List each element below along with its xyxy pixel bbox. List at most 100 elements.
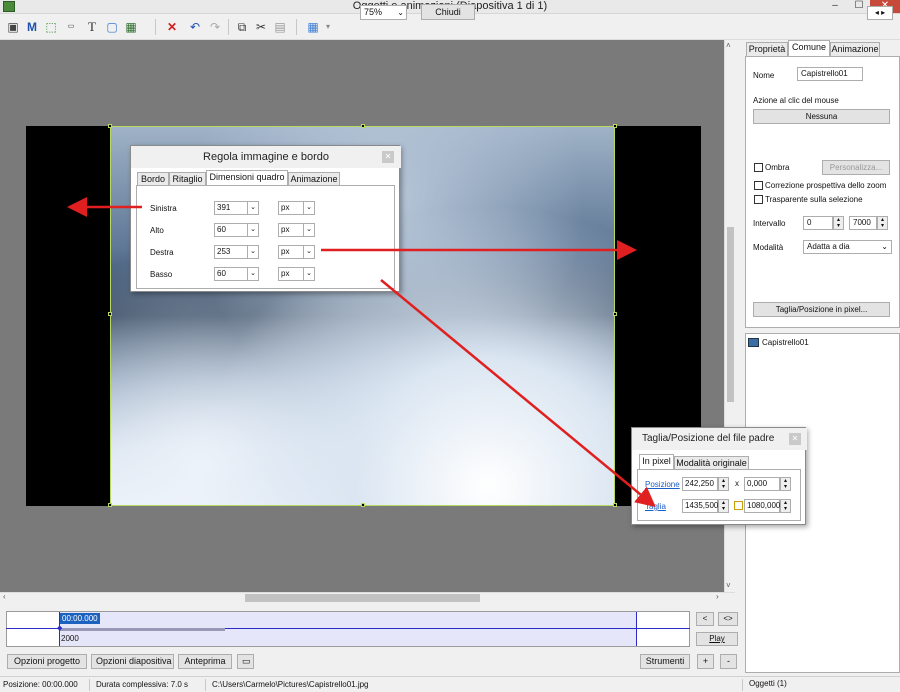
- rectangle-tool-icon[interactable]: ▢: [104, 19, 120, 35]
- scroll-up-icon[interactable]: ˄: [726, 41, 731, 50]
- dialog-title[interactable]: Taglia/Posizione del file padre: [632, 428, 807, 450]
- customize-shadow-button[interactable]: Personalizza...: [822, 160, 890, 175]
- resize-handle[interactable]: [613, 124, 617, 128]
- shadow-label: Ombra: [765, 163, 790, 172]
- add-object-button[interactable]: +: [697, 654, 714, 669]
- position-x-spinner[interactable]: ▴ ▾: [718, 477, 729, 491]
- adjust-image-dialog: Regola immagine e bordo ✕ Bordo Ritaglio…: [130, 145, 401, 292]
- position-y-field[interactable]: 0,000: [744, 477, 780, 491]
- position-x-field[interactable]: 242,250: [682, 477, 718, 491]
- remove-object-button[interactable]: -: [720, 654, 737, 669]
- scroll-down-icon[interactable]: ˅: [726, 581, 731, 590]
- status-separator: [89, 679, 90, 691]
- vertical-scroll-thumb[interactable]: [727, 227, 734, 402]
- right-unit-combo[interactable]: px ⌄: [278, 245, 315, 259]
- text-tool-button[interactable]: T: [84, 19, 100, 35]
- bottom-value-combo[interactable]: 60 ⌄: [214, 267, 259, 281]
- click-action-label: Azione al clic del mouse: [753, 96, 839, 105]
- size-link[interactable]: Taglia: [645, 502, 666, 511]
- frame-tool-icon[interactable]: ⬚: [43, 19, 59, 35]
- shadow-checkbox[interactable]: [754, 163, 763, 172]
- tab-dimensioni-quadro[interactable]: Dimensioni quadro: [206, 170, 288, 186]
- right-value-combo[interactable]: 253 ⌄: [214, 245, 259, 259]
- size-height-field[interactable]: 1080,000: [744, 499, 780, 513]
- undo-icon[interactable]: ↶: [187, 19, 203, 35]
- zoom-correction-checkbox[interactable]: [754, 181, 763, 190]
- preview-button[interactable]: Anteprima: [178, 654, 232, 669]
- objects-count: Oggetti (1): [749, 679, 787, 688]
- bottom-unit-combo[interactable]: px ⌄: [278, 267, 315, 281]
- size-width-field[interactable]: 1435,500: [682, 499, 718, 513]
- camera-icon[interactable]: ▣: [5, 19, 21, 35]
- interval-from-field[interactable]: 0: [803, 216, 833, 230]
- chevron-down-icon: ⌄: [247, 268, 258, 280]
- dialog-title[interactable]: Regola immagine e bordo: [131, 146, 401, 168]
- object-list-item[interactable]: Capistrello01: [762, 338, 809, 347]
- interval-from-spinner[interactable]: ▴ ▾: [833, 216, 844, 230]
- project-options-button[interactable]: Opzioni progetto: [7, 654, 87, 669]
- name-field[interactable]: Capistrello01: [797, 67, 863, 81]
- zoom-select[interactable]: 75% ⌄: [360, 5, 407, 20]
- resize-handle[interactable]: [108, 124, 112, 128]
- close-icon[interactable]: ✕: [789, 433, 801, 445]
- tab-in-pixel[interactable]: In pixel: [639, 454, 674, 470]
- size-width-spinner[interactable]: ▴ ▾: [718, 499, 729, 513]
- copy-icon[interactable]: ⧉: [234, 19, 250, 35]
- horizontal-scroll-thumb[interactable]: [245, 594, 480, 602]
- chevron-down-icon: ⌄: [881, 242, 888, 251]
- interval-to-spinner[interactable]: ▴ ▾: [877, 216, 888, 230]
- timeline-left-button[interactable]: <: [696, 612, 714, 626]
- maximize-button[interactable]: ☐: [850, 0, 868, 13]
- tools-button[interactable]: Strumenti: [640, 654, 690, 669]
- resize-handle[interactable]: [361, 503, 365, 507]
- timeline-expand-button[interactable]: <>: [718, 612, 738, 626]
- chevron-down-icon: ⌄: [303, 268, 314, 280]
- resize-handle[interactable]: [108, 312, 112, 316]
- top-unit-combo[interactable]: px ⌄: [278, 223, 315, 237]
- paste-icon[interactable]: ▤: [272, 19, 288, 35]
- resize-handle[interactable]: [613, 312, 617, 316]
- m-tool-button[interactable]: M: [24, 19, 40, 35]
- tab-modalita-originale[interactable]: Modalità originale: [674, 456, 749, 470]
- position-link[interactable]: Posizione: [645, 480, 680, 489]
- cut-icon[interactable]: ✂: [253, 19, 269, 35]
- delete-icon[interactable]: ✕: [164, 19, 180, 35]
- image-tool-icon[interactable]: ▦: [123, 19, 139, 35]
- click-action-select[interactable]: Nessuna: [753, 109, 890, 124]
- position-y-spinner[interactable]: ▴ ▾: [780, 477, 791, 491]
- keyframe-marker-icon[interactable]: ◆: [57, 624, 62, 632]
- resize-handle[interactable]: [361, 124, 365, 128]
- left-value-combo[interactable]: 391 ⌄: [214, 201, 259, 215]
- resize-handle[interactable]: [108, 503, 112, 507]
- transparent-checkbox[interactable]: [754, 195, 763, 204]
- chiudi-button[interactable]: Chiudi: [421, 4, 475, 20]
- crop-position-pixel-button[interactable]: Taglia/Posizione in pixel...: [753, 302, 890, 317]
- scroll-right-icon[interactable]: ›: [716, 592, 719, 601]
- monitor-icon[interactable]: ▭: [237, 654, 254, 669]
- scroll-left-icon[interactable]: ‹: [3, 592, 6, 601]
- left-unit-combo[interactable]: px ⌄: [278, 201, 315, 215]
- ok-button-tool-icon[interactable]: ▭: [63, 19, 79, 35]
- interval-to-field[interactable]: 7000: [849, 216, 877, 230]
- tab-ritaglio[interactable]: Ritaglio: [169, 172, 206, 186]
- redo-icon[interactable]: ↷: [207, 19, 223, 35]
- toolbar-separator: [296, 19, 297, 35]
- lock-ratio-checkbox[interactable]: [734, 501, 743, 510]
- tab-comune[interactable]: Comune: [788, 40, 830, 57]
- interval-label: Intervallo: [753, 219, 786, 228]
- resize-handle[interactable]: [613, 503, 617, 507]
- close-icon[interactable]: ✕: [382, 151, 394, 163]
- tab-animazione[interactable]: Animazione: [288, 172, 340, 186]
- top-value-combo[interactable]: 60 ⌄: [214, 223, 259, 237]
- play-button[interactable]: Play: [696, 632, 738, 646]
- tab-bordo[interactable]: Bordo: [137, 172, 169, 186]
- slide-options-button[interactable]: Opzioni diapositiva: [91, 654, 174, 669]
- grid-dropdown-icon[interactable]: ▾: [320, 19, 336, 35]
- mode-select[interactable]: Adatta a dia ⌄: [803, 240, 892, 254]
- minimize-button[interactable]: –: [826, 0, 844, 13]
- size-height-spinner[interactable]: ▴ ▾: [780, 499, 791, 513]
- tab-animazione[interactable]: Animazione: [830, 42, 880, 56]
- tab-proprieta[interactable]: Proprietà: [746, 42, 788, 56]
- grid-icon[interactable]: ▦: [305, 19, 321, 35]
- slide-nav-arrows[interactable]: ◂ ▸: [867, 6, 893, 20]
